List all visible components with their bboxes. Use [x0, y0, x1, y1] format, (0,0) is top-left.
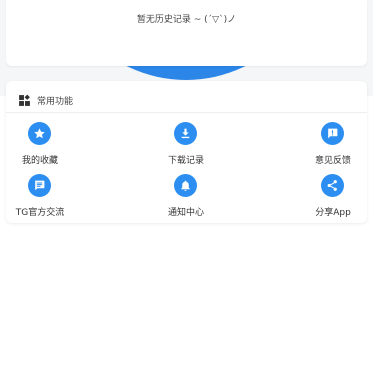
tg-community-label: TG官方交流 [15, 208, 65, 218]
bell-icon [174, 174, 197, 197]
feedback-label: 意见反馈 [314, 156, 351, 166]
history-card: 暂无历史记录 ~ (´▽`)ノ [6, 0, 367, 66]
common-functions-header: 常用功能 [6, 81, 367, 113]
download-icon [174, 122, 197, 145]
share-app-button[interactable]: 分享App [293, 174, 373, 218]
download-history-label: 下载记录 [167, 156, 204, 166]
notification-center-button[interactable]: 通知中心 [146, 174, 226, 218]
share-app-label: 分享App [315, 208, 351, 218]
download-history-button[interactable]: 下载记录 [146, 122, 226, 166]
common-functions-title: 常用功能 [37, 97, 74, 107]
favorites-button[interactable]: 我的收藏 [0, 122, 80, 166]
feedback-icon [321, 122, 344, 145]
tg-community-button[interactable]: TG官方交流 [0, 174, 80, 218]
share-icon [321, 174, 344, 197]
profile-page: 暂无历史记录 ~ (´▽`)ノ 常用功能 我的收藏 下载记录 意见反馈 TG官方… [0, 0, 373, 368]
chat-icon [28, 174, 51, 197]
favorites-label: 我的收藏 [21, 156, 58, 166]
common-functions-card: 常用功能 我的收藏 下载记录 意见反馈 TG官方交流 通知中心 分享App [6, 81, 367, 223]
notification-center-label: 通知中心 [167, 208, 204, 218]
history-empty-text: 暂无历史记录 ~ (´▽`)ノ [136, 15, 237, 25]
feedback-button[interactable]: 意见反馈 [293, 122, 373, 166]
widgets-icon [18, 92, 31, 106]
star-icon [28, 122, 51, 145]
